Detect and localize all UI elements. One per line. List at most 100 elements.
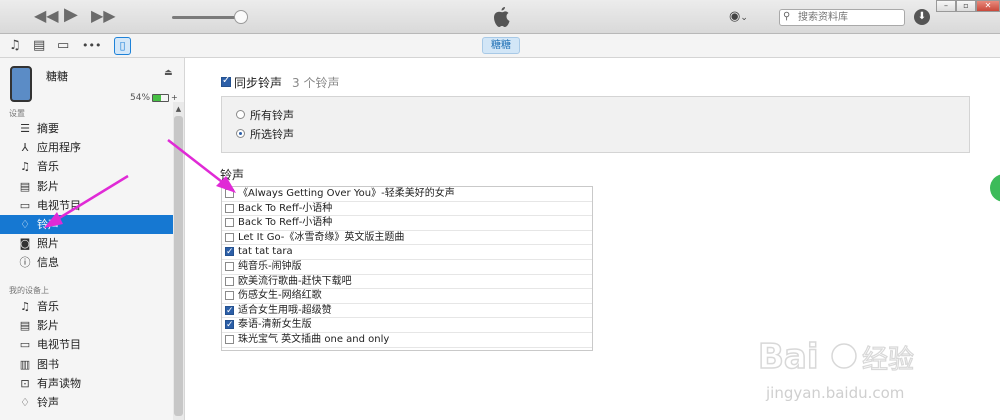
apple-logo-icon xyxy=(494,7,510,27)
ringtone-row[interactable]: 适合女生用哦-超级赞 xyxy=(222,304,592,319)
ringtone-count: 3 个铃声 xyxy=(292,76,340,90)
on-device-heading: 我的设备上 xyxy=(9,286,49,295)
book-icon: ▥ xyxy=(19,357,31,371)
sidebar-scrollbar[interactable]: ▲ xyxy=(173,102,184,420)
ringtone-checkbox[interactable] xyxy=(225,203,234,213)
account-menu-button[interactable]: ◉⌄ xyxy=(729,9,755,25)
sidebar-item[interactable]: ⅄ 应用程序 xyxy=(0,138,173,157)
ringtones-heading: 铃声 xyxy=(220,168,245,182)
sidebar-item[interactable]: ♫ 音乐 xyxy=(0,157,173,176)
ringtone-checkbox[interactable] xyxy=(225,304,234,318)
sidebar-item-label: 图书 xyxy=(37,357,59,371)
search-input[interactable] xyxy=(798,11,902,24)
ringtone-row[interactable]: Back To Reff-小语种 xyxy=(222,202,592,217)
search-box[interactable]: ⚲ xyxy=(779,9,905,26)
search-icon: ⚲ xyxy=(783,11,791,22)
sidebar-item[interactable]: ◙ 照片 xyxy=(0,234,173,253)
battery-percent: 54% xyxy=(130,93,151,103)
volume-knob[interactable] xyxy=(234,10,248,24)
window-controls: – ▫ ✕ xyxy=(936,0,1000,12)
sidebar-item[interactable]: ♫ 音乐 xyxy=(0,297,173,316)
sidebar-item[interactable]: ▤ 影片 xyxy=(0,177,173,196)
info-icon: ⓘ xyxy=(19,256,31,270)
sidebar-item[interactable]: ☰ 摘要 xyxy=(0,119,173,138)
ringtone-name: 伤感女生-网络红歌 xyxy=(238,290,322,302)
sidebar-item-label: 有声读物 xyxy=(37,376,81,390)
sidebar-item[interactable]: ▭ 电视节目 xyxy=(0,196,173,215)
apps-icon: ⅄ xyxy=(21,141,29,155)
sidebar-item-label: 音乐 xyxy=(37,160,59,174)
sidebar-item[interactable]: ♢ 铃声 xyxy=(0,215,173,234)
close-button[interactable]: ✕ xyxy=(976,0,1000,12)
sidebar-item[interactable]: ▥ 图书 xyxy=(0,355,173,374)
ringtone-checkbox[interactable] xyxy=(225,245,234,259)
ringtone-checkbox[interactable] xyxy=(225,218,234,228)
device-tab[interactable]: 糖糖 xyxy=(482,37,520,54)
ringtone-name: 泰语-清新女生版 xyxy=(238,319,312,331)
sidebar-item-label: 电视节目 xyxy=(37,198,81,212)
ringtone-row[interactable]: tat tat tara xyxy=(222,245,592,260)
ringtone-row[interactable]: 泰语-清新女生版 xyxy=(222,318,592,333)
play-icon[interactable]: ▶ xyxy=(64,6,78,24)
volume-slider[interactable] xyxy=(172,16,240,19)
ringtone-checkbox[interactable] xyxy=(225,276,234,286)
top-toolbar: ◀◀ ▶ ▶▶ ◉⌄ ⚲ ⬇ – ▫ ✕ xyxy=(0,0,1000,34)
ringtone-row[interactable]: 珠光宝气 英文插曲 one and only xyxy=(222,333,592,348)
ringtone-name: Back To Reff-小语种 xyxy=(238,202,333,214)
floating-side-tab[interactable] xyxy=(990,174,1000,202)
camera-icon: ◙ xyxy=(19,237,31,251)
fast-forward-icon[interactable]: ▶▶ xyxy=(91,7,116,25)
music-icon: ♫ xyxy=(20,300,30,313)
scroll-up-icon[interactable]: ▲ xyxy=(173,105,184,113)
all-ringtones-radio[interactable] xyxy=(236,110,245,119)
ringtone-checkbox[interactable] xyxy=(225,335,234,344)
rewind-icon[interactable]: ◀◀ xyxy=(34,7,59,25)
ringtone-checkbox[interactable] xyxy=(225,262,234,271)
sidebar: 糖糖 ⏏ 54% + 设置 ☰ 摘要 ⅄ 应用程序 ♫ 音乐 ▤ 影片 ▭ 电视节目 ♢ 铃声 ◙ 照片 ⓘ… xyxy=(0,58,185,420)
sync-ringtones-checkbox[interactable] xyxy=(221,75,231,87)
ringtone-checkbox[interactable] xyxy=(225,318,234,332)
device-icon[interactable]: ▯ xyxy=(114,37,131,55)
download-icon[interactable]: ⬇ xyxy=(914,9,930,25)
ringtone-checkbox[interactable] xyxy=(225,189,234,198)
ringtone-row[interactable]: 纯音乐-闹钟版 xyxy=(222,260,592,275)
tv-icon[interactable]: ▭ xyxy=(57,38,69,54)
account-icon: ◉ xyxy=(729,9,741,24)
film-icon: ▤ xyxy=(19,319,31,333)
audiobook-icon: ⊡ xyxy=(20,376,30,390)
ringtone-row[interactable]: Back To Reff-小语种 xyxy=(222,216,592,231)
ringtone-row[interactable]: 欧美流行歌曲-赶快下载吧 xyxy=(222,275,592,290)
music-note-icon[interactable]: ♫ xyxy=(9,38,21,54)
ringtone-name: 珠光宝气 英文插曲 one and only xyxy=(238,334,390,345)
watermark-brand-cn: 经验 xyxy=(862,345,914,375)
ringtone-name: 欧美流行歌曲-赶快下载吧 xyxy=(238,275,352,287)
sidebar-item[interactable]: ▤ 影片 xyxy=(0,316,173,335)
ringtone-checkbox[interactable] xyxy=(225,232,234,242)
minimize-button[interactable]: – xyxy=(936,0,956,12)
ringtone-name: Back To Reff-小语种 xyxy=(238,217,333,229)
selected-ringtones-label: 所选铃声 xyxy=(250,128,294,141)
ringtone-name: 纯音乐-闹钟版 xyxy=(238,261,302,272)
selected-ringtones-radio[interactable] xyxy=(236,129,245,138)
ringtone-row[interactable]: Let It Go-《冰雪奇缘》英文版主题曲 xyxy=(222,231,592,246)
settings-heading: 设置 xyxy=(9,109,25,118)
bell-icon: ♢ xyxy=(20,396,30,409)
more-icon[interactable]: ••• xyxy=(82,38,101,54)
eject-icon[interactable]: ⏏ xyxy=(164,68,173,78)
watermark-brand: Bai xyxy=(758,337,819,377)
ringtone-row[interactable]: 伤感女生-网络红歌 xyxy=(222,289,592,304)
sidebar-item-label: 铃声 xyxy=(37,396,59,409)
scroll-thumb[interactable] xyxy=(174,116,183,416)
summary-icon: ☰ xyxy=(20,122,30,135)
maximize-button[interactable]: ▫ xyxy=(956,0,976,12)
film-icon[interactable]: ▤ xyxy=(33,38,45,54)
ringtone-checkbox[interactable] xyxy=(225,291,234,301)
sidebar-item-label: 音乐 xyxy=(37,300,59,313)
sidebar-item[interactable]: ⓘ 信息 xyxy=(0,253,173,272)
ringtone-name: tat tat tara xyxy=(238,246,293,258)
ringtone-row[interactable]: 《Always Getting Over You》-轻柔美好的女声 xyxy=(222,187,592,202)
sidebar-item[interactable]: ⊡ 有声读物 xyxy=(0,374,173,393)
sidebar-item[interactable]: ▭ 电视节目 xyxy=(0,335,173,354)
sidebar-item-label: 铃声 xyxy=(37,218,59,231)
sidebar-item[interactable]: ♢ 铃声 xyxy=(0,393,173,412)
